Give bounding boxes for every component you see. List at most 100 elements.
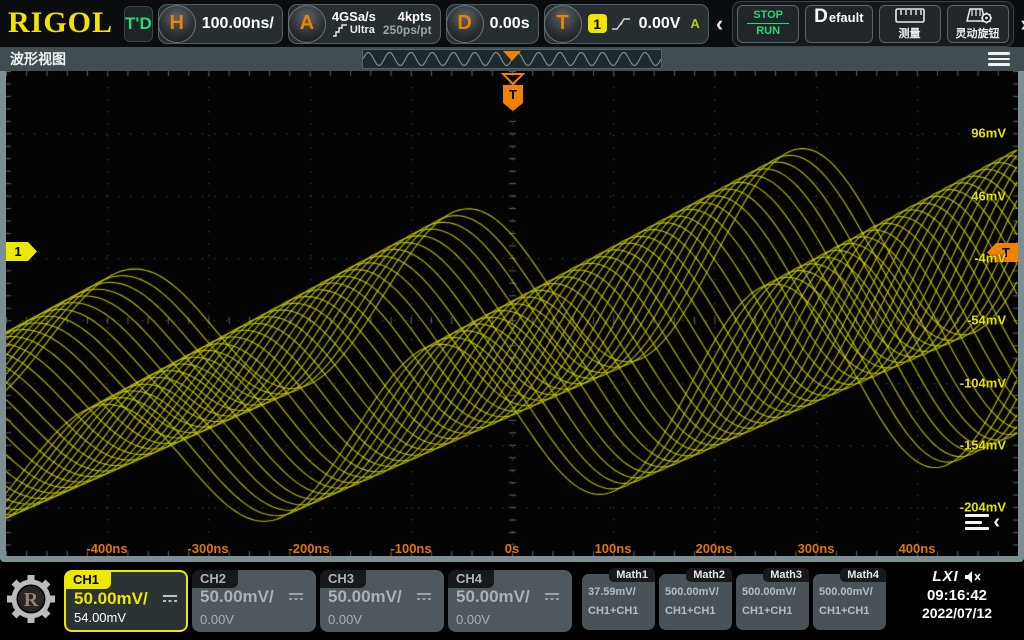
voltage-label: -54mV (967, 313, 1006, 328)
delay-value: 0.00s (490, 15, 530, 33)
delay-control[interactable]: D 0.00s (446, 4, 539, 44)
math4-expression: CH1+CH1 (819, 605, 869, 617)
trigger-level-value: 0.00V (639, 15, 681, 33)
channel1-offset: 54.00mV (74, 610, 126, 625)
lxi-logo: LXI (932, 568, 958, 585)
dc-coupling-icon (162, 593, 178, 605)
math2-expression: CH1+CH1 (665, 605, 715, 617)
menu-icon[interactable] (988, 52, 1010, 66)
smart-knob-label: 灵动旋钮 (956, 25, 1000, 41)
channel4-offset: 0.00V (456, 612, 490, 627)
svg-text:T: T (509, 87, 517, 102)
math1-tab: Math1 (609, 568, 655, 582)
channel4-tab: CH4 (448, 570, 494, 588)
trigger-position-flag[interactable]: T (500, 73, 525, 112)
trigger-control[interactable]: T 1 0.00V A (544, 4, 709, 44)
dc-coupling-icon (416, 591, 432, 603)
smart-knob-button[interactable]: 灵动旋钮 (947, 5, 1009, 43)
stop-label: STOP (747, 9, 789, 24)
math3-card[interactable]: Math3 500.00mV/ CH1+CH1 (736, 574, 809, 630)
voltage-label: -104mV (960, 376, 1006, 391)
horizontal-control[interactable]: H 100.00ns/ (158, 4, 283, 44)
scope-frame: T 1 T 96mV46mV-4mV-54mV-104mV-154mV-204m… (0, 71, 1024, 562)
waveform-canvas[interactable] (6, 71, 1018, 556)
channel4-scale: 50.00mV/ (456, 587, 530, 607)
waveform-view-tab[interactable]: 波形视图 (0, 49, 66, 69)
math2-card[interactable]: Math2 500.00mV/ CH1+CH1 (659, 574, 732, 630)
math2-tab: Math2 (686, 568, 732, 582)
staircase-icon (332, 24, 348, 37)
time-label: 0s (505, 541, 519, 556)
trigger-sweep-mode: A (690, 16, 699, 31)
time-label: 200ns (696, 541, 733, 556)
toolbar-scroll-right[interactable]: › (1019, 13, 1024, 35)
math3-scale: 500.00mV/ (742, 586, 796, 598)
timebase-overview-strip[interactable] (362, 49, 662, 69)
math4-card[interactable]: Math4 500.00mV/ CH1+CH1 (813, 574, 886, 630)
math1-scale: 37.59mV/ (588, 586, 636, 598)
trigger-source-badge: 1 (588, 14, 607, 33)
waveform-grid: T 1 T 96mV46mV-4mV-54mV-104mV-154mV-204m… (6, 71, 1018, 556)
channel1-tab: CH1 (65, 571, 111, 589)
default-button[interactable]: Default (805, 5, 872, 43)
waveform-view-bar: 波形视图 (0, 47, 1024, 71)
math3-expression: CH1+CH1 (742, 605, 792, 617)
collapse-arrow-icon: ‹ (993, 514, 1000, 530)
sample-rate-value: 4GSa/s (332, 10, 376, 24)
rigol-gear-logo[interactable]: R (0, 564, 62, 634)
oscilloscope-screen: RIGOL T'D H 100.00ns/ A 4GSa/s 4kpts (0, 0, 1024, 640)
trigger-status-indicator[interactable]: T'D (124, 6, 153, 42)
stop-run-button[interactable]: STOP RUN (737, 5, 799, 43)
time-label: -400ns (86, 541, 127, 556)
top-bar: RIGOL T'D H 100.00ns/ A 4GSa/s 4kpts (0, 0, 1024, 47)
time-label: -100ns (390, 541, 431, 556)
measure-button[interactable]: 测量 (879, 5, 941, 43)
channel3-card[interactable]: CH3 50.00mV/ 0.00V (320, 570, 444, 632)
grid-menu-icon[interactable]: ‹ (965, 514, 1000, 530)
svg-text:1: 1 (14, 244, 21, 259)
trigger-knob[interactable]: T (544, 5, 582, 43)
channel3-scale: 50.00mV/ (328, 587, 402, 607)
resolution-value: 250ps/pt (383, 24, 432, 37)
system-date: 2022/07/12 (898, 605, 1016, 621)
horizontal-knob[interactable]: H (158, 5, 196, 43)
channel1-card[interactable]: CH1 50.00mV/ 54.00mV (64, 570, 188, 632)
speaker-muted-icon (964, 570, 982, 584)
dc-coupling-icon (288, 591, 304, 603)
trigger-hollow-triangle-icon (501, 73, 525, 85)
math3-tab: Math3 (763, 568, 809, 582)
channel3-offset: 0.00V (328, 612, 362, 627)
voltage-label: 46mV (971, 189, 1006, 204)
channel2-tab: CH2 (192, 570, 238, 588)
acquire-control[interactable]: A 4GSa/s 4kpts Ultra 250ps/pt (288, 4, 441, 44)
math4-scale: 500.00mV/ (819, 586, 873, 598)
channel4-card[interactable]: CH4 50.00mV/ 0.00V (448, 570, 572, 632)
bottom-bar: R CH1 50.00mV/ 54.00mV CH2 50.00mV/ 0.00… (0, 562, 1024, 640)
svg-text:R: R (24, 589, 39, 611)
math1-card[interactable]: Math1 37.59mV/ CH1+CH1 (582, 574, 655, 630)
status-box[interactable]: LXI 09:16:42 2022/07/12 (898, 568, 1016, 621)
overview-trigger-position-icon[interactable] (503, 51, 521, 61)
quick-buttons-panel: STOP RUN Default 测量 (732, 1, 1013, 47)
channel1-level-marker[interactable]: 1 (6, 242, 38, 261)
time-label: 100ns (595, 541, 632, 556)
measure-label: 测量 (899, 25, 921, 41)
acquire-mode-label: Ultra (350, 25, 375, 37)
system-time: 09:16:42 (898, 587, 1016, 604)
trigger-status-label: T'D (125, 14, 152, 34)
delay-knob[interactable]: D (446, 5, 484, 43)
channel2-card[interactable]: CH2 50.00mV/ 0.00V (192, 570, 316, 632)
math2-scale: 500.00mV/ (665, 586, 719, 598)
horizontal-scale-value: 100.00ns/ (202, 15, 274, 33)
time-label: 400ns (899, 541, 936, 556)
knob-icon (963, 7, 993, 24)
gear-icon: R (5, 571, 57, 627)
math4-tab: Math4 (840, 568, 886, 582)
rising-edge-icon (611, 16, 631, 32)
channel1-scale: 50.00mV/ (74, 589, 148, 609)
dc-coupling-icon (544, 591, 560, 603)
rigol-logo: RIGOL (4, 6, 119, 42)
acquire-knob[interactable]: A (288, 5, 326, 43)
time-label: -300ns (187, 541, 228, 556)
toolbar-scroll-left[interactable]: ‹ (714, 13, 725, 35)
